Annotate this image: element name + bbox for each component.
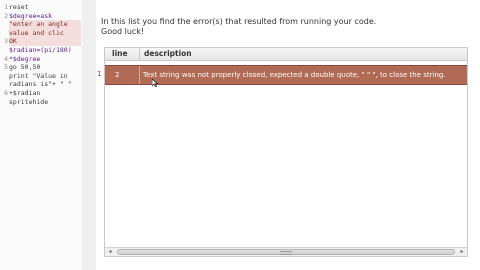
code-line[interactable]: "enter an angle bbox=[9, 20, 81, 29]
code-line[interactable]: +$radian bbox=[9, 89, 81, 98]
scroll-right-arrow-icon[interactable]: ▸ bbox=[457, 248, 467, 256]
code-line[interactable]: radians is"+ " " bbox=[9, 80, 81, 89]
line-number: 5 bbox=[4, 63, 8, 72]
error-table-header: line description bbox=[105, 48, 467, 61]
error-line-number: 2 bbox=[111, 66, 140, 84]
intro-line-1: In this list you find the error(s) that … bbox=[101, 17, 377, 26]
code-line[interactable]: $degree=ask bbox=[9, 12, 81, 21]
code-line[interactable]: go 50,50 bbox=[9, 63, 81, 72]
code-line[interactable]: value and clic bbox=[9, 28, 81, 38]
line-number bbox=[0, 72, 8, 81]
error-list-pane: In this list you find the error(s) that … bbox=[96, 0, 480, 270]
intro-line-2: Good luck! bbox=[101, 27, 145, 36]
line-number: 3 bbox=[4, 37, 8, 46]
error-intro-text: In this list you find the error(s) that … bbox=[101, 17, 471, 37]
scrollbar-grip bbox=[280, 251, 292, 255]
scrollbar-thumb[interactable] bbox=[117, 249, 455, 255]
code-line[interactable]: $radian=(pi/180) bbox=[9, 46, 81, 55]
line-number: 1 bbox=[4, 3, 8, 11]
code-line[interactable]: spritehide bbox=[9, 98, 81, 107]
line-number: 4 bbox=[4, 54, 8, 63]
horizontal-scrollbar[interactable]: ◂ ▸ bbox=[105, 247, 467, 256]
panel-divider[interactable] bbox=[82, 0, 97, 270]
line-number bbox=[0, 80, 8, 89]
line-number bbox=[0, 20, 8, 29]
scroll-left-arrow-icon[interactable]: ◂ bbox=[105, 248, 115, 256]
code-editor-panel[interactable]: 12 3 45 6 reset $degree=ask "enter an angle va… bbox=[0, 0, 83, 270]
column-header-description[interactable]: description bbox=[141, 48, 192, 60]
code-line[interactable]: reset bbox=[9, 3, 81, 12]
line-number: 2 bbox=[4, 11, 8, 20]
row-index: 1 bbox=[97, 70, 102, 78]
line-number: 6 bbox=[4, 88, 8, 97]
mouse-cursor-icon bbox=[152, 79, 158, 87]
code-line[interactable]: *$degree bbox=[9, 55, 81, 64]
error-row[interactable]: 1 2 Text string was not properly closed,… bbox=[97, 65, 467, 85]
line-number-gutter: 12 3 45 6 bbox=[0, 3, 8, 98]
code-text-area[interactable]: reset $degree=ask "enter an angle value and… bbox=[9, 3, 81, 106]
line-number bbox=[0, 29, 8, 38]
error-table: line description 1 2 Text string was not… bbox=[97, 47, 468, 257]
code-line[interactable]: OK bbox=[9, 37, 81, 46]
error-description: Text string was not properly closed, exp… bbox=[143, 71, 446, 79]
line-number bbox=[0, 46, 8, 55]
code-line[interactable]: print "Value in bbox=[9, 72, 81, 81]
column-header-line[interactable]: line bbox=[105, 48, 140, 60]
